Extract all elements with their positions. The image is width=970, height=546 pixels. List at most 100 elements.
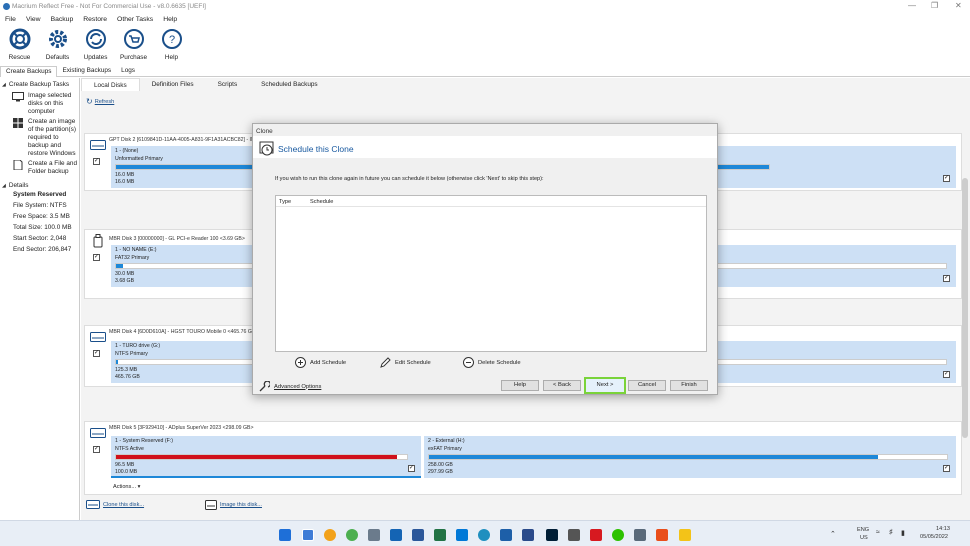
refresh-link[interactable]: ↻ Refresh: [86, 97, 114, 106]
task-image-disks[interactable]: Image selected disks on this computer: [0, 92, 79, 116]
wechat-icon[interactable]: [612, 529, 624, 541]
help-icon: ?: [161, 28, 183, 50]
browser-icon[interactable]: [478, 529, 490, 541]
details-list: System Reserved File System: NTFS Free S…: [0, 189, 79, 255]
chevron-up-icon[interactable]: ⌃: [830, 530, 836, 538]
excel-icon[interactable]: [434, 529, 446, 541]
usage-fill: [429, 455, 878, 459]
collapse-icon[interactable]: ◢: [2, 82, 6, 88]
word-icon[interactable]: [412, 529, 424, 541]
clone-disk-link[interactable]: Clone this disk...: [86, 500, 144, 509]
macrium-icon[interactable]: [500, 529, 512, 541]
partition-checkbox[interactable]: ✓: [943, 275, 950, 282]
tasks-header[interactable]: ◢ Create Backup Tasks: [0, 78, 79, 88]
dialog-header: Schedule this Clone: [253, 136, 717, 158]
refresh-icon: ↻: [86, 97, 93, 106]
task-file-folder-backup[interactable]: Create a File and Folder backup: [0, 160, 79, 176]
tab-create-backups[interactable]: Create Backups: [0, 66, 58, 77]
updates-button[interactable]: Updates: [77, 25, 114, 66]
language-indicator[interactable]: ENG: [857, 527, 869, 533]
partition-checkbox[interactable]: ✓: [943, 175, 950, 182]
disk-checkbox[interactable]: ✓: [93, 158, 100, 165]
minus-circle-icon: [463, 357, 474, 368]
settings-icon[interactable]: [368, 529, 380, 541]
app-orange-icon[interactable]: [656, 529, 668, 541]
schedule-list[interactable]: Type Schedule: [275, 195, 707, 352]
edit-schedule-button[interactable]: Edit Schedule: [380, 357, 431, 368]
usage-fill: [116, 264, 123, 268]
collapse-icon[interactable]: ◢: [2, 183, 6, 189]
purchase-button[interactable]: Purchase: [115, 25, 152, 66]
start-icon[interactable]: [279, 529, 291, 541]
macrium-taskbar-icon[interactable]: [302, 529, 314, 541]
menu-other-tasks[interactable]: Other Tasks: [112, 16, 158, 23]
menu-file[interactable]: File: [0, 16, 21, 23]
partition-checkbox[interactable]: ✓: [943, 371, 950, 378]
app-gray-icon[interactable]: [634, 529, 646, 541]
photoshop-icon[interactable]: [546, 529, 558, 541]
column-divider: [276, 206, 706, 207]
advanced-options-link[interactable]: Advanced Options: [259, 381, 321, 392]
minimize-icon[interactable]: —: [908, 1, 916, 10]
column-schedule[interactable]: Schedule: [310, 199, 333, 205]
tab-scheduled-backups[interactable]: Scheduled Backups: [249, 78, 330, 91]
partition-checkbox[interactable]: ✓: [943, 465, 950, 472]
partition-external[interactable]: 2 - External (H:) exFAT Primary 258.00 G…: [424, 436, 956, 478]
delete-schedule-button[interactable]: Delete Schedule: [463, 357, 521, 368]
chrome-icon[interactable]: [324, 529, 336, 541]
toolbar: Rescue Defaults Updates Purchase ? Help: [0, 25, 970, 66]
rescue-icon: [9, 28, 31, 50]
disk-checkbox[interactable]: ✓: [93, 254, 100, 261]
rescue-button[interactable]: Rescue: [1, 25, 38, 66]
edge-icon[interactable]: [456, 529, 468, 541]
speaker-icon[interactable]: ♯: [889, 529, 893, 536]
finish-button[interactable]: Finish: [670, 380, 708, 391]
task-image-windows[interactable]: Create an image of the partition(s) requ…: [0, 118, 79, 158]
tab-scripts[interactable]: Scripts: [206, 78, 250, 91]
pencil-icon: [380, 357, 391, 368]
details-free-space: Free Space: 3.5 MB: [13, 213, 70, 220]
help-button[interactable]: Help: [501, 380, 539, 391]
actions-menu[interactable]: Actions... ▾: [113, 484, 140, 490]
tab-definition-files[interactable]: Definition Files: [140, 78, 206, 91]
tab-existing-backups[interactable]: Existing Backups: [57, 66, 116, 77]
back-button[interactable]: < Back: [543, 380, 581, 391]
image-disk-link[interactable]: Image this disk...: [205, 500, 262, 510]
scrollbar[interactable]: [962, 178, 968, 438]
clock-time[interactable]: 14:13: [936, 526, 950, 532]
tab-logs[interactable]: Logs: [116, 66, 140, 77]
word-blue-icon[interactable]: [390, 529, 402, 541]
gear-icon: [47, 28, 69, 50]
cancel-button[interactable]: Cancel: [628, 380, 666, 391]
column-type[interactable]: Type: [279, 199, 291, 205]
details-header[interactable]: ◢ Details: [0, 179, 79, 189]
chrome-alt-icon[interactable]: [346, 529, 358, 541]
disk-panel[interactable]: MBR Disk 5 [3F929410] - ADplus SuperVer …: [84, 421, 962, 495]
battery-icon[interactable]: ▮: [901, 529, 905, 537]
disk-checkbox[interactable]: ✓: [93, 350, 100, 357]
schedule-clock-icon: [259, 141, 274, 156]
disk-checkbox[interactable]: ✓: [93, 446, 100, 453]
clock-date[interactable]: 05/05/2022: [920, 534, 948, 540]
wifi-icon[interactable]: ≈: [876, 529, 880, 536]
acrobat-icon[interactable]: [590, 529, 602, 541]
app-icon[interactable]: [522, 529, 534, 541]
maximize-icon[interactable]: ❐: [931, 1, 938, 10]
add-schedule-button[interactable]: Add Schedule: [295, 357, 346, 368]
defaults-button[interactable]: Defaults: [39, 25, 76, 66]
help-button[interactable]: ? Help: [153, 25, 190, 66]
file-explorer-icon[interactable]: [679, 529, 691, 541]
menu-restore[interactable]: Restore: [78, 16, 112, 23]
menu-backup[interactable]: Backup: [46, 16, 79, 23]
menu-view[interactable]: View: [21, 16, 46, 23]
partition-system-reserved[interactable]: 1 - System Reserved (F:) NTFS Active 96.…: [111, 436, 421, 478]
next-button[interactable]: Next >: [584, 377, 626, 394]
wrench-icon: [259, 381, 270, 392]
title-bar: Macrium Reflect Free - Not For Commercia…: [0, 0, 970, 13]
tab-local-disks[interactable]: Local Disks: [81, 78, 140, 91]
close-icon[interactable]: ✕: [955, 1, 962, 10]
left-pane: ◢ Create Backup Tasks Image selected disk…: [0, 78, 80, 520]
app-dark-icon[interactable]: [568, 529, 580, 541]
partition-checkbox[interactable]: ✓: [408, 465, 415, 472]
menu-help[interactable]: Help: [158, 16, 182, 23]
